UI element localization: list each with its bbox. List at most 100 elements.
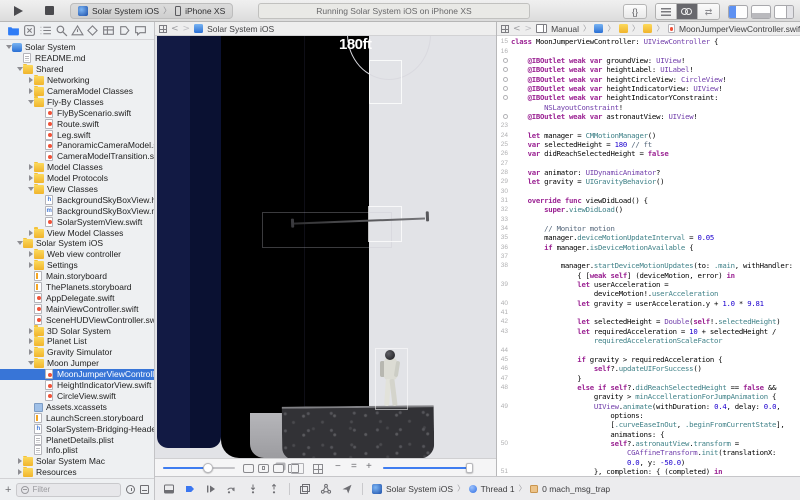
disclosure-triangle-icon[interactable] xyxy=(16,458,23,464)
tree-item-settings[interactable]: Settings xyxy=(0,260,154,271)
tree-item-view-classes[interactable]: View Classes xyxy=(0,184,154,195)
disclosure-triangle-icon[interactable] xyxy=(27,88,34,94)
tree-item-readme-md[interactable]: README.md xyxy=(0,53,154,64)
tree-item-solar-system-mac[interactable]: Solar System Mac xyxy=(0,456,154,467)
tree-item-fly-by-classes[interactable]: Fly-By Classes xyxy=(0,96,154,107)
assistant-mode-icon[interactable] xyxy=(536,24,547,33)
tree-item-appdelegate-swift[interactable]: AppDelegate.swift xyxy=(0,292,154,303)
tree-item-mainviewcontroller-swift[interactable]: MainViewController.swift xyxy=(0,303,154,314)
ib-connection-icon[interactable] xyxy=(497,67,511,72)
disclosure-triangle-icon[interactable] xyxy=(27,328,34,334)
tree-item-web-view-controller[interactable]: Web view controller xyxy=(0,249,154,260)
tree-item-networking[interactable]: Networking xyxy=(0,75,154,86)
navigator-tab-debug-icon[interactable] xyxy=(102,24,115,37)
assistant-editor-button[interactable] xyxy=(677,4,698,19)
back-button[interactable]: < xyxy=(171,24,179,34)
navigator-tab-project-icon[interactable] xyxy=(7,24,20,37)
show-constraints-button[interactable] xyxy=(273,464,284,473)
tree-item-circleview-swift[interactable]: CircleView.swift xyxy=(0,391,154,402)
stop-button[interactable] xyxy=(45,6,54,15)
ib-connection-icon[interactable] xyxy=(497,86,511,91)
navigator-tab-issues-icon[interactable] xyxy=(71,24,84,37)
tree-item-cameramodeltransition-swift[interactable]: CameraModelTransition.swift xyxy=(0,151,154,162)
tree-item-leg-swift[interactable]: Leg.swift xyxy=(0,129,154,140)
continue-button-icon[interactable] xyxy=(205,483,217,495)
version-editor-button[interactable]: ⇄ xyxy=(698,4,719,19)
tree-item-model-protocols[interactable]: Model Protocols xyxy=(0,173,154,184)
tree-item-assets-xcassets[interactable]: Assets.xcassets xyxy=(0,401,154,412)
memory-graph-icon[interactable] xyxy=(320,483,332,495)
tree-item-backgroundskyboxview-m[interactable]: BackgroundSkyBoxView.m xyxy=(0,205,154,216)
tree-item-solarsystem-bridging-header-h[interactable]: SolarSystem-Bridging-Header.h xyxy=(0,423,154,434)
toggle-inspector-button[interactable] xyxy=(774,5,794,19)
spacing-slider-thumb[interactable] xyxy=(203,463,213,473)
tree-item-solar-system-ios[interactable]: Solar System iOS xyxy=(0,238,154,249)
debug-crumb-thread[interactable]: Thread 1 xyxy=(469,484,515,494)
step-out-icon[interactable] xyxy=(268,483,280,495)
tree-item-heightindicatorview-swift[interactable]: HeightIndicatorView.swift xyxy=(0,380,154,391)
disclosure-triangle-icon[interactable] xyxy=(27,230,34,236)
ib-connection-icon[interactable] xyxy=(497,77,511,82)
step-over-icon[interactable] xyxy=(226,483,238,495)
view-hierarchy-debugger-icon[interactable] xyxy=(299,483,311,495)
tree-item-3d-solar-system[interactable]: 3D Solar System xyxy=(0,325,154,336)
tree-item-solar-system[interactable]: Solar System xyxy=(0,42,154,53)
tree-item-moonjumperviewcontroller-swift[interactable]: MoonJumperViewController.swift xyxy=(0,369,154,380)
tree-item-flybyscenario-swift[interactable]: FlyByScenario.swift xyxy=(0,107,154,118)
tree-item-backgroundskyboxview-h[interactable]: BackgroundSkyBoxView.h xyxy=(0,194,154,205)
tree-item-scenehudviewcontroller-swift[interactable]: SceneHUDViewController.swift xyxy=(0,314,154,325)
view-hierarchy-canvas[interactable]: 180ft xyxy=(155,36,496,458)
ib-connection-icon[interactable] xyxy=(497,58,511,63)
tree-item-panoramiccameramodel-swift[interactable]: PanoramicCameraModel.swift xyxy=(0,140,154,151)
disclosure-triangle-icon[interactable] xyxy=(27,100,34,104)
paint-layers-button[interactable] xyxy=(288,464,299,473)
navigator-tab-tests-icon[interactable] xyxy=(86,24,99,37)
tree-item-info-plist[interactable]: Info.plist xyxy=(0,445,154,456)
disclosure-triangle-icon[interactable] xyxy=(5,45,12,49)
show-clipped-button[interactable] xyxy=(258,464,269,473)
scm-status-filter-icon[interactable] xyxy=(140,485,149,494)
step-into-icon[interactable] xyxy=(247,483,259,495)
zoom-actual-button[interactable]: = xyxy=(351,461,357,472)
tree-item-shared[interactable]: Shared xyxy=(0,64,154,75)
navigator-tab-symbols-icon[interactable] xyxy=(39,24,52,37)
spacing-slider[interactable] xyxy=(163,467,235,469)
disclosure-triangle-icon[interactable] xyxy=(16,241,23,245)
tree-item-route-swift[interactable]: Route.swift xyxy=(0,118,154,129)
code-editor[interactable]: 15class MoonJumperViewController: UIView… xyxy=(497,36,800,476)
toggle-navigator-button[interactable] xyxy=(728,5,748,19)
center-breadcrumb-title[interactable]: Solar System iOS xyxy=(207,24,274,34)
breadcrumb-file[interactable]: MoonJumperViewController.swift xyxy=(679,24,800,34)
disclosure-triangle-icon[interactable] xyxy=(27,164,34,170)
simulate-location-icon[interactable] xyxy=(341,483,353,495)
disclosure-triangle-icon[interactable] xyxy=(16,67,23,71)
tree-item-resources[interactable]: Resources xyxy=(0,467,154,478)
disclosure-triangle-icon[interactable] xyxy=(16,469,23,475)
project-mini-icon[interactable] xyxy=(594,24,603,33)
tree-item-model-classes[interactable]: Model Classes xyxy=(0,162,154,173)
navigator-tab-breakpoints-icon[interactable] xyxy=(118,24,131,37)
tree-item-view-model-classes[interactable]: View Model Classes xyxy=(0,227,154,238)
assistant-mode-label[interactable]: Manual xyxy=(551,24,579,34)
navigator-tab-find-icon[interactable] xyxy=(55,24,68,37)
zoom-out-button[interactable]: − xyxy=(335,461,341,472)
ib-connection-icon[interactable] xyxy=(497,114,511,119)
recent-files-icon[interactable] xyxy=(126,485,135,494)
zoom-in-button[interactable]: + xyxy=(366,461,372,472)
tree-item-main-storyboard[interactable]: Main.storyboard xyxy=(0,271,154,282)
run-button[interactable] xyxy=(14,6,23,16)
forward-button[interactable]: > xyxy=(525,24,533,34)
debug-crumb-app[interactable]: Solar System iOS xyxy=(372,484,453,494)
hide-debug-area-icon[interactable] xyxy=(163,483,175,495)
disclosure-triangle-icon[interactable] xyxy=(27,175,34,181)
disclosure-triangle-icon[interactable] xyxy=(27,187,34,191)
scheme-selector[interactable]: Solar System iOS 〉 iPhone XS xyxy=(70,3,233,19)
folder-mini-icon[interactable] xyxy=(619,24,628,33)
range-grid-icon[interactable] xyxy=(313,464,323,474)
standard-editor-button[interactable] xyxy=(656,4,677,19)
tree-item-planet-list[interactable]: Planet List xyxy=(0,336,154,347)
related-items-icon[interactable] xyxy=(501,25,509,33)
breakpoints-toggle-icon[interactable] xyxy=(184,483,196,495)
tree-item-moon-jumper[interactable]: Moon Jumper xyxy=(0,358,154,369)
disclosure-triangle-icon[interactable] xyxy=(27,77,34,83)
